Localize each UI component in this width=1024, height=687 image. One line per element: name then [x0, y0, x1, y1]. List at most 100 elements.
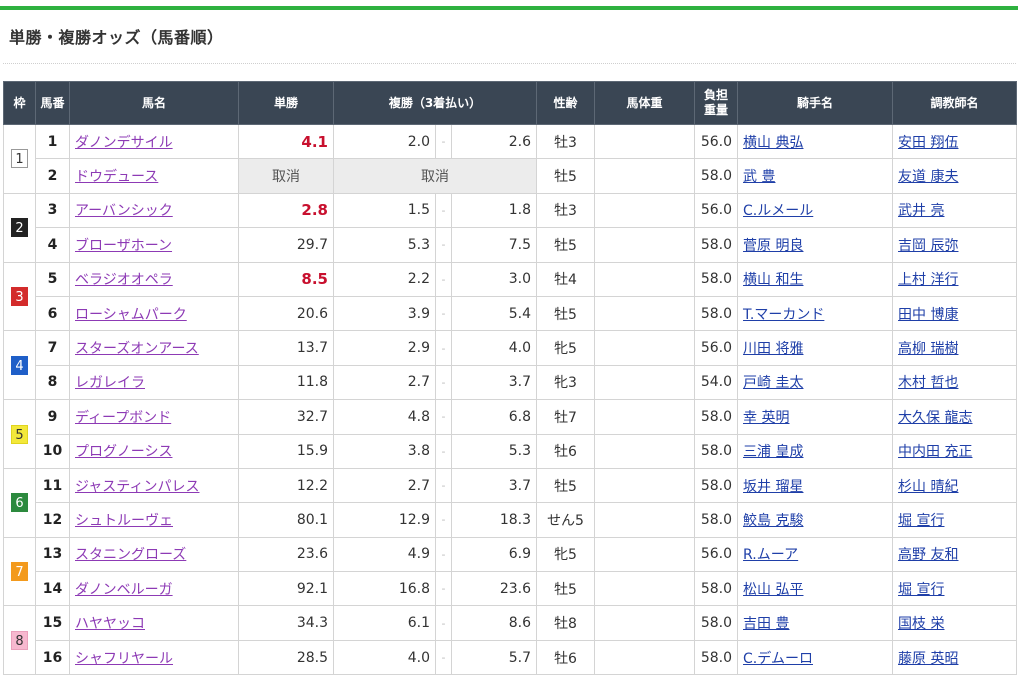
sex-age-cell: 牡6 [536, 433, 596, 469]
sex-age-cell: 牝3 [536, 364, 596, 401]
horse-name-link[interactable]: ハヤヤッコ [75, 616, 145, 632]
waku-cell: 3 [3, 261, 36, 332]
horse-name-link[interactable]: シャフリヤール [75, 651, 173, 667]
col-header-jockey: 騎手名 [737, 81, 894, 125]
jockey-link[interactable]: 菅原 明良 [743, 238, 803, 254]
col-header-body-weight: 馬体重 [594, 81, 696, 125]
trainer-link[interactable]: 武井 亮 [898, 203, 944, 219]
place-odds-separator: - [435, 536, 452, 573]
place-odds-low: 3.8 [333, 433, 436, 469]
jockey-link[interactable]: 横山 和生 [743, 272, 803, 288]
jockey-link[interactable]: C.デムーロ [743, 651, 813, 667]
jockey-link[interactable]: 吉田 豊 [743, 616, 789, 632]
jockey-cell: 吉田 豊 [737, 605, 894, 641]
waku-cell: 2 [3, 192, 36, 263]
trainer-cell: 友道 康夫 [892, 158, 1018, 194]
jockey-link[interactable]: 三浦 皇成 [743, 444, 803, 460]
jockey-link[interactable]: T.マーカンド [743, 307, 824, 323]
col-header-win-odds: 単勝 [238, 81, 334, 125]
horse-name-link[interactable]: ベラジオオペラ [75, 272, 173, 288]
jockey-link[interactable]: C.ルメール [743, 203, 813, 219]
horse-name-cell: プログノーシス [69, 433, 239, 469]
jockey-link[interactable]: 戸崎 圭太 [743, 375, 803, 391]
trainer-link[interactable]: 堀 宣行 [898, 582, 944, 598]
horse-name-cell: スターズオンアース [69, 330, 239, 366]
col-header-carried-weight: 負担 重量 [694, 81, 739, 125]
carried-weight-cell: 58.0 [694, 261, 739, 297]
win-odds-cell: 13.7 [238, 330, 334, 366]
odds-table: 枠 馬番 馬名 単勝 複勝（3着払い） 性齢 馬体重 負担 重量 騎手名 調教師… [3, 81, 1018, 676]
body-weight-cell [594, 605, 696, 641]
trainer-link[interactable]: 高野 友和 [898, 547, 958, 563]
horse-name-cell: ベラジオオペラ [69, 261, 239, 297]
sex-age-cell: 牡3 [536, 123, 596, 160]
trainer-link[interactable]: 吉岡 辰弥 [898, 238, 958, 254]
place-odds-high: 8.6 [450, 605, 538, 641]
horse-name-cell: ブローザホーン [69, 227, 239, 263]
body-weight-cell [594, 399, 696, 435]
waku-badge: 4 [11, 355, 28, 375]
trainer-link[interactable]: 杉山 晴紀 [898, 479, 958, 495]
jockey-cell: 鮫島 克駿 [737, 502, 894, 538]
carried-weight-cell: 58.0 [694, 605, 739, 641]
trainer-link[interactable]: 国枝 栄 [898, 616, 944, 632]
body-weight-cell [594, 295, 696, 332]
carried-weight-cell: 54.0 [694, 364, 739, 401]
trainer-link[interactable]: 友道 康夫 [898, 169, 958, 185]
horse-name-link[interactable]: レガレイラ [75, 375, 145, 391]
trainer-cell: 上村 洋行 [892, 261, 1018, 297]
trainer-cell: 堀 宣行 [892, 502, 1018, 538]
win-odds-cell: 20.6 [238, 295, 334, 332]
horse-name-link[interactable]: ディープボンド [75, 410, 171, 426]
horse-name-link[interactable]: ブローザホーン [75, 238, 172, 254]
place-odds-low: 4.9 [333, 536, 436, 573]
carried-weight-cell: 56.0 [694, 330, 739, 366]
trainer-link[interactable]: 上村 洋行 [898, 272, 958, 288]
place-odds-low: 4.0 [333, 639, 436, 676]
trainer-link[interactable]: 堀 宣行 [898, 513, 944, 529]
horse-name-link[interactable]: ローシャムパーク [75, 307, 187, 323]
jockey-link[interactable]: 鮫島 克駿 [743, 513, 803, 529]
odds-table-body: 1 1 ダノンデサイル 4.1 2.0-2.6 牡3 56.0 横山 典弘 安田 翔伍 2 ドウデュ… [3, 123, 1018, 676]
horse-name-link[interactable]: ダノンベルーガ [75, 582, 173, 598]
jockey-link[interactable]: 坂井 瑠星 [743, 479, 803, 495]
horse-name-link[interactable]: プログノーシス [75, 444, 172, 460]
win-odds-cell: 34.3 [238, 605, 334, 641]
trainer-link[interactable]: 安田 翔伍 [898, 135, 958, 151]
trainer-link[interactable]: 藤原 英昭 [898, 651, 958, 667]
horse-name-link[interactable]: スタニングローズ [75, 547, 186, 563]
win-odds-cell: 32.7 [238, 399, 334, 435]
horse-name-cell: ディープボンド [69, 399, 239, 435]
place-odds-separator: - [435, 571, 452, 607]
trainer-link[interactable]: 田中 博康 [898, 307, 958, 323]
jockey-link[interactable]: 松山 弘平 [743, 582, 803, 598]
place-odds-separator: - [435, 605, 452, 641]
trainer-link[interactable]: 大久保 龍志 [898, 410, 972, 426]
win-odds-cell: 4.1 [238, 123, 334, 160]
place-odds-low: 12.9 [333, 502, 436, 538]
jockey-link[interactable]: 幸 英明 [743, 410, 789, 426]
horse-name-link[interactable]: ジャスティンパレス [75, 479, 199, 495]
accent-bar [0, 6, 1018, 10]
body-weight-cell [594, 364, 696, 401]
jockey-link[interactable]: 武 豊 [743, 169, 775, 185]
jockey-link[interactable]: 川田 将雅 [743, 341, 803, 357]
trainer-cell: 武井 亮 [892, 192, 1018, 229]
horse-name-link[interactable]: シュトルーヴェ [75, 513, 173, 529]
body-weight-cell [594, 571, 696, 607]
place-odds-separator: - [435, 639, 452, 676]
jockey-link[interactable]: 横山 典弘 [743, 135, 803, 151]
trainer-link[interactable]: 高柳 瑞樹 [898, 341, 958, 357]
horse-name-link[interactable]: アーバンシック [75, 203, 173, 219]
jockey-cell: 坂井 瑠星 [737, 467, 894, 504]
jockey-link[interactable]: R.ムーア [743, 547, 798, 563]
horse-name-link[interactable]: スターズオンアース [75, 341, 199, 357]
place-odds-low: 2.9 [333, 330, 436, 366]
col-header-waku: 枠 [3, 81, 36, 125]
horse-name-link[interactable]: ダノンデサイル [75, 135, 173, 151]
horse-name-link[interactable]: ドウデュース [75, 169, 158, 185]
trainer-link[interactable]: 中内田 充正 [898, 444, 972, 460]
trainer-link[interactable]: 木村 哲也 [898, 375, 958, 391]
trainer-cell: 高野 友和 [892, 536, 1018, 573]
carried-weight-cell: 58.0 [694, 433, 739, 469]
